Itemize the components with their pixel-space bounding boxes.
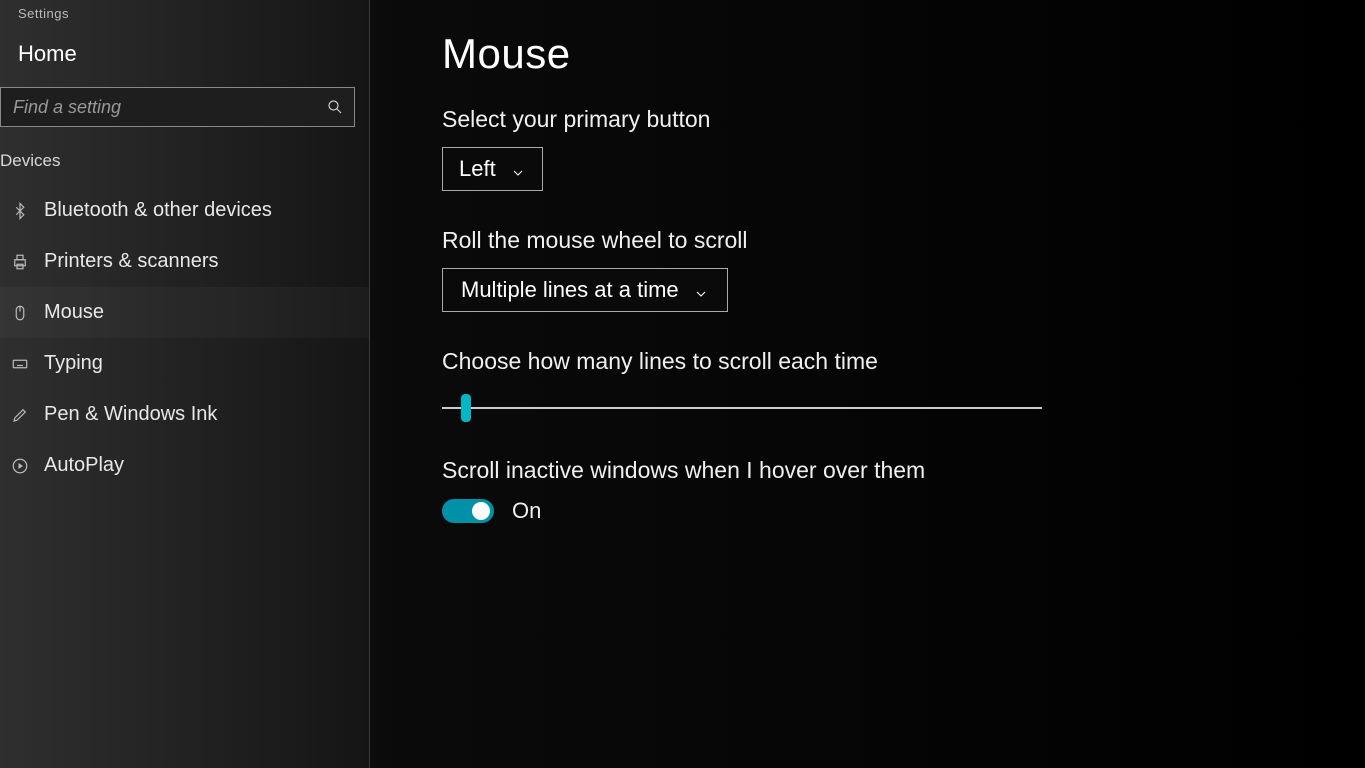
mouse-icon [10, 303, 30, 323]
lines-slider-label: Choose how many lines to scroll each tim… [442, 348, 1325, 375]
sidebar-item-mouse[interactable]: Mouse [0, 287, 369, 338]
autoplay-icon [10, 456, 30, 476]
wheel-scroll-dropdown[interactable]: Multiple lines at a time [442, 268, 728, 312]
chevron-down-icon [693, 282, 709, 298]
toggle-state-label: On [512, 498, 541, 524]
home-link[interactable]: Home [0, 27, 369, 87]
home-label: Home [18, 41, 77, 66]
settings-window: Settings Home Devices Bluetooth & other … [0, 0, 1365, 768]
inactive-scroll-field: Scroll inactive windows when I hover ove… [442, 457, 1325, 524]
category-label: Devices [0, 151, 369, 185]
inactive-scroll-toggle[interactable] [442, 499, 494, 523]
sidebar-item-label: Mouse [44, 301, 104, 324]
sidebar-item-pen[interactable]: Pen & Windows Ink [0, 389, 369, 440]
primary-button-dropdown[interactable]: Left [442, 147, 543, 191]
wheel-scroll-label: Roll the mouse wheel to scroll [442, 227, 1325, 254]
primary-button-field: Select your primary button Left [442, 106, 1325, 191]
sidebar-item-label: Printers & scanners [44, 250, 219, 273]
toggle-knob [472, 502, 490, 520]
sidebar-nav: Bluetooth & other devices Printers & sca… [0, 185, 369, 491]
dropdown-value: Multiple lines at a time [461, 277, 679, 303]
bluetooth-icon [10, 201, 30, 221]
slider-track [442, 407, 1042, 409]
sidebar-item-autoplay[interactable]: AutoPlay [0, 440, 369, 491]
sidebar-item-label: Typing [44, 352, 103, 375]
dropdown-value: Left [459, 156, 496, 182]
pen-icon [10, 405, 30, 425]
sidebar-item-bluetooth[interactable]: Bluetooth & other devices [0, 185, 369, 236]
search-box[interactable] [0, 87, 355, 127]
search-input[interactable] [13, 97, 326, 118]
lines-slider-field: Choose how many lines to scroll each tim… [442, 348, 1325, 421]
page-title: Mouse [442, 30, 1325, 78]
sidebar-item-label: Pen & Windows Ink [44, 403, 217, 426]
lines-slider[interactable] [442, 395, 1042, 421]
search-icon [326, 98, 344, 116]
sidebar-item-label: Bluetooth & other devices [44, 199, 272, 222]
main-content: Mouse Select your primary button Left Ro… [370, 0, 1365, 768]
slider-thumb[interactable] [461, 394, 471, 422]
sidebar: Settings Home Devices Bluetooth & other … [0, 0, 370, 768]
sidebar-item-typing[interactable]: Typing [0, 338, 369, 389]
inactive-scroll-label: Scroll inactive windows when I hover ove… [442, 457, 1325, 484]
sidebar-item-printers[interactable]: Printers & scanners [0, 236, 369, 287]
chevron-down-icon [510, 161, 526, 177]
printer-icon [10, 252, 30, 272]
sidebar-item-label: AutoPlay [44, 454, 124, 477]
keyboard-icon [10, 354, 30, 374]
primary-button-label: Select your primary button [442, 106, 1325, 133]
app-title: Settings [0, 6, 369, 27]
wheel-scroll-field: Roll the mouse wheel to scroll Multiple … [442, 227, 1325, 312]
